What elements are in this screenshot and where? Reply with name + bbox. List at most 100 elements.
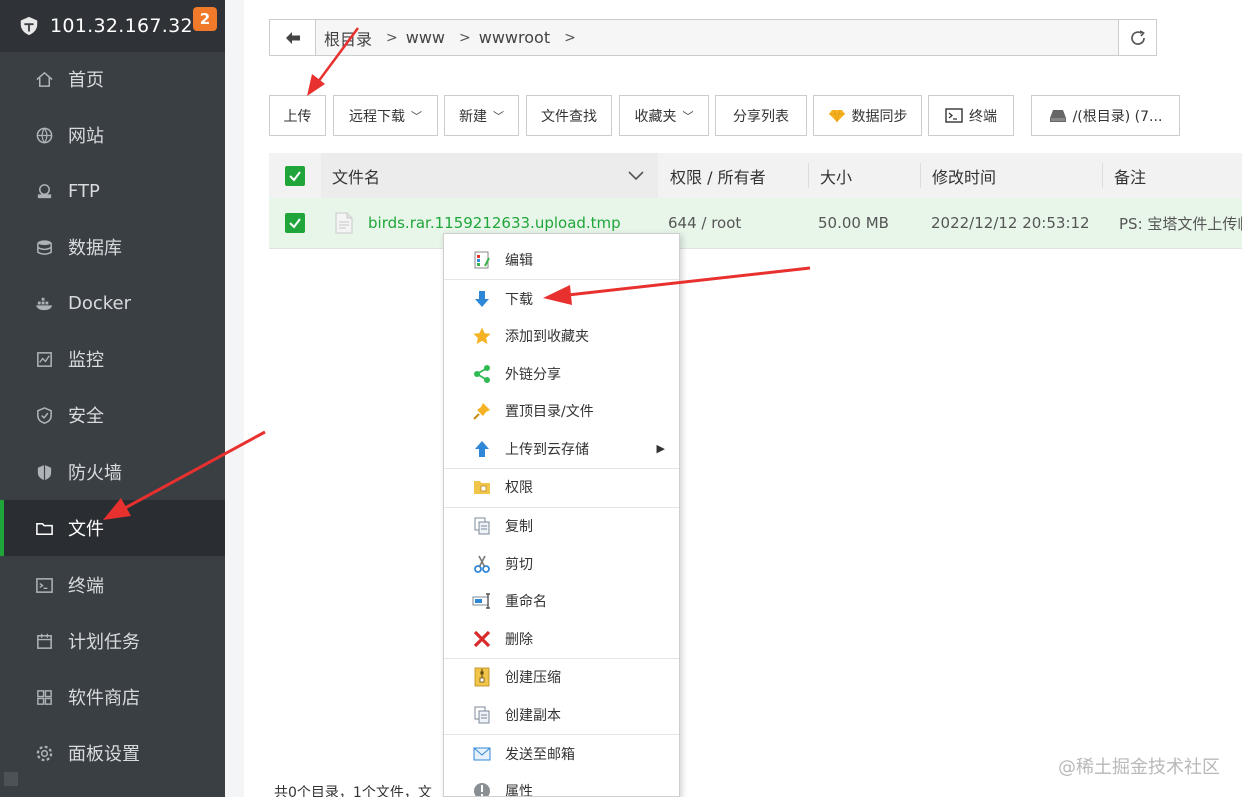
sidebar-item-label: 安全 [68,406,104,427]
breadcrumb-item[interactable]: 根目录 > [324,26,398,50]
chevron-down-icon: ﹀ [411,109,422,123]
select-all-checkbox[interactable] [285,153,305,198]
sidebar-item-firewall[interactable]: 防火墙 [0,444,225,500]
sidebar-item-home[interactable]: 首页 [0,51,225,107]
sidebar-item-security[interactable]: 安全 [0,387,225,443]
bt-logo-icon [20,16,38,36]
sidebar-collapse-handle[interactable] [4,772,18,786]
sidebar-item-monitor[interactable]: 监控 [0,331,225,387]
table-summary: 共0个目录，1个文件，文 [274,785,432,797]
sidebar-item-label: 防火墙 [68,463,122,484]
table-header: 文件名 权限 / 所有者 大小 修改时间 备注 [269,153,1242,198]
permission-icon [472,477,492,497]
file-size: 50.00 MB [818,214,889,232]
row-divider [269,248,1242,249]
menu-item-send-email[interactable]: 发送至邮箱 [444,735,679,772]
terminal-icon [34,575,54,595]
column-divider [1102,163,1103,188]
shield-check-icon [34,405,54,425]
terminal-button[interactable]: 终端 [928,95,1014,136]
table-row[interactable]: birds.rar.1159212633.upload.tmp 644 / ro… [269,198,1242,248]
share-icon [472,364,492,384]
context-menu: 编辑 下载 添加到收藏夹 外链分享 置顶目录/文件 上传到云存储 ▶ 权限 复制… [443,233,680,797]
edit-icon [472,250,492,270]
menu-item-copy[interactable]: 复制 [444,507,679,544]
sidebar-item-files[interactable]: 文件 [0,500,225,556]
menu-item-cut[interactable]: 剪切 [444,545,679,582]
sidebar-item-ftp[interactable]: FTP [0,163,225,219]
sidebar-item-label: 数据库 [68,238,122,259]
download-icon [472,289,492,309]
menu-item-add-favorite[interactable]: 添加到收藏夹 [444,317,679,354]
column-name[interactable]: 文件名 [321,153,658,198]
calendar-icon [34,631,54,651]
file-note[interactable]: PS: 宝塔文件上传临 [1119,198,1242,248]
data-sync-button[interactable]: 数据同步 [813,95,922,136]
disk-selector-button[interactable]: /(根目录) (7... [1031,95,1180,136]
sidebar-header: 101.32.167.32 2 [0,0,225,52]
sidebar: 101.32.167.32 2 首页 网站 FTP 数据库 Docker 监控 … [0,0,225,797]
column-permission[interactable]: 权限 / 所有者 [670,153,766,198]
ftp-icon [34,181,54,201]
refresh-button[interactable] [1118,20,1156,55]
database-icon [34,237,54,257]
favorites-button[interactable]: 收藏夹 ﹀ [619,95,709,136]
menu-item-download[interactable]: 下载 [444,280,679,317]
sidebar-item-cron[interactable]: 计划任务 [0,613,225,669]
column-mtime[interactable]: 修改时间 [932,153,996,198]
home-icon [34,69,54,89]
chevron-down-icon [628,170,644,180]
menu-item-delete[interactable]: 删除 [444,620,679,657]
terminal-icon [945,108,963,123]
sidebar-item-terminal[interactable]: 终端 [0,557,225,613]
file-mtime: 2022/12/12 20:53:12 [931,214,1090,232]
column-size[interactable]: 大小 [820,153,852,198]
refresh-icon [1130,29,1145,45]
sidebar-item-label: 计划任务 [68,632,140,653]
menu-item-pin-top[interactable]: 置顶目录/文件 [444,392,679,429]
menu-item-upload-cloud[interactable]: 上传到云存储 ▶ [444,430,679,467]
sidebar-item-label: 首页 [68,70,104,91]
breadcrumb-item[interactable]: www > [406,28,471,47]
new-button[interactable]: 新建 ﹀ [444,95,519,136]
row-checkbox[interactable] [285,198,305,248]
sidebar-item-database[interactable]: 数据库 [0,219,225,275]
sidebar-item-docker[interactable]: Docker [0,275,225,331]
chevron-right-icon: > [564,29,576,46]
scissors-icon [472,554,492,574]
remote-download-button[interactable]: 远程下载 ﹀ [333,95,438,136]
menu-item-properties[interactable]: 属性 [444,772,679,796]
chevron-down-icon: ﹀ [682,109,694,123]
sidebar-item-label: 终端 [68,576,104,597]
column-divider [808,163,809,188]
file-type-icon [335,198,353,248]
menu-item-permission[interactable]: 权限 [444,468,679,505]
caret-right-icon: ▶ [656,442,665,455]
sidebar-item-settings[interactable]: 面板设置 [0,725,225,781]
file-search-button[interactable]: 文件查找 [526,95,612,136]
back-button[interactable] [270,20,316,55]
upload-button[interactable]: 上传 [269,95,326,136]
menu-item-share-link[interactable]: 外链分享 [444,355,679,392]
info-icon [472,781,492,796]
duplicate-icon [472,705,492,725]
checkbox-checked-icon [285,165,305,186]
share-list-button[interactable]: 分享列表 [715,95,807,136]
sidebar-item-store[interactable]: 软件商店 [0,669,225,725]
menu-item-compress[interactable]: 创建压缩 [444,658,679,695]
menu-item-duplicate[interactable]: 创建副本 [444,696,679,733]
watermark: @稀土掘金技术社区 [1058,757,1220,778]
main-panel: 根目录 > www > wwwroot > 上传 远程下载 ﹀ 新建 ﹀ 文件查找 收藏夹… [244,0,1242,797]
notification-badge[interactable]: 2 [193,7,217,31]
menu-item-edit[interactable]: 编辑 [444,241,679,278]
sidebar-item-label: FTP [68,180,100,202]
breadcrumb-item[interactable]: wwwroot > [479,28,576,47]
sidebar-item-label: 文件 [68,519,104,540]
grid-icon [34,687,54,707]
column-note[interactable]: 备注 [1114,153,1146,198]
copy-icon [472,516,492,536]
chevron-right-icon: > [386,29,398,46]
hard-disk-icon [1049,109,1066,122]
menu-item-rename[interactable]: 重命名 [444,582,679,619]
sidebar-item-website[interactable]: 网站 [0,107,225,163]
